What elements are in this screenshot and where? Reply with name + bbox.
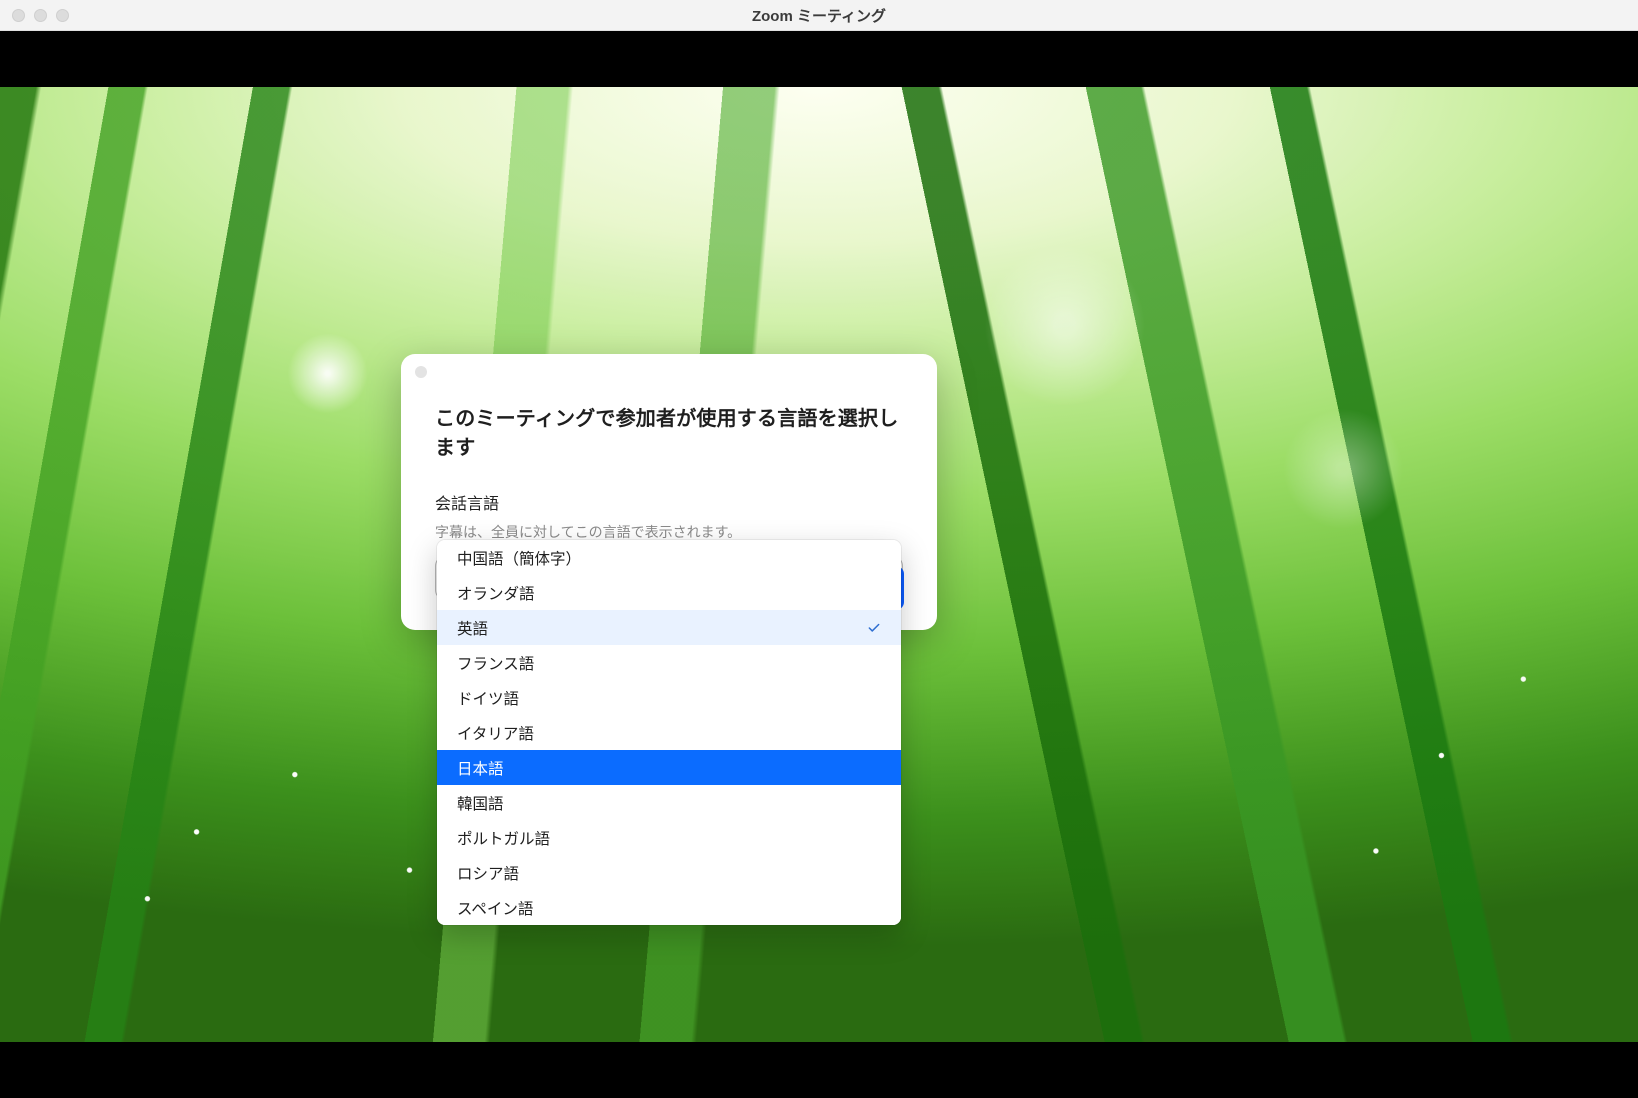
minimize-window-button[interactable] [34,9,47,22]
language-option-label: ドイツ語 [457,687,519,709]
language-option-label: 韓国語 [457,792,504,814]
window-controls [0,9,69,22]
language-dropdown[interactable]: 中国語（簡体字） オランダ語英語フランス語ドイツ語イタリア語日本語韓国語ポルトガル… [437,540,901,925]
language-option-label: 日本語 [457,757,504,779]
language-option-label: ポルトガル語 [457,827,550,849]
language-option-label: フランス語 [457,652,534,674]
dialog-title: このミーティングで参加者が使用する言語を選択します [401,354,937,460]
close-window-button[interactable] [12,9,25,22]
zoom-window-button[interactable] [56,9,69,22]
language-option[interactable]: 日本語 [437,750,901,785]
language-option[interactable]: ドイツ語 [437,680,901,715]
app-window: Zoom ミーティング このミーティングで参加者が使用する言語を選択します 会話… [0,0,1638,1098]
language-option-label: オランダ語 [457,582,535,604]
language-option-label: 中国語（簡体字） [457,547,581,569]
language-option[interactable]: イタリア語 [437,715,901,750]
letterbox-top [0,31,1638,87]
dialog-field-label: 会話言語 [401,460,937,514]
letterbox-bottom [0,1042,1638,1098]
language-option-label: 英語 [457,617,488,639]
check-icon [867,621,881,635]
language-option[interactable]: 英語 [437,610,901,645]
language-option-label: スペイン語 [457,897,533,919]
window-title: Zoom ミーティング [0,5,1638,26]
language-option[interactable]: ロシア語 [437,855,901,890]
language-option[interactable]: フランス語 [437,645,901,680]
meeting-video-area: このミーティングで参加者が使用する言語を選択します 会話言語 字幕は、全員に対し… [0,31,1638,1098]
language-option[interactable]: スペイン語 [437,890,901,925]
titlebar: Zoom ミーティング [0,0,1638,31]
language-option[interactable]: ポルトガル語 [437,820,901,855]
language-option[interactable]: 韓国語 [437,785,901,820]
dialog-close-dot[interactable] [415,366,427,378]
language-option[interactable]: 中国語（簡体字） [437,540,901,575]
language-option[interactable]: オランダ語 [437,575,901,610]
language-option-label: ロシア語 [457,862,519,884]
language-option-label: イタリア語 [457,722,534,744]
dialog-field-sub: 字幕は、全員に対してこの言語で表示されます。 [401,514,937,542]
